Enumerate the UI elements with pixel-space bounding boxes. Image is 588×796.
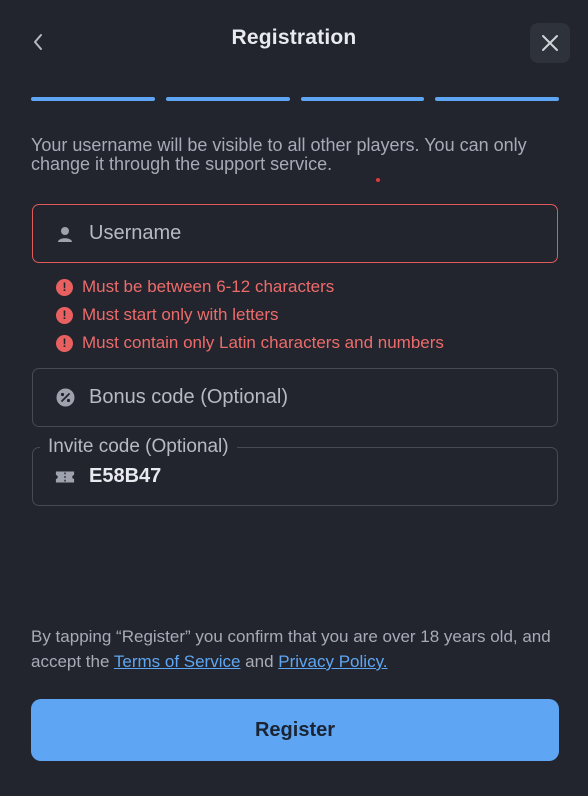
privacy-policy-link[interactable]: Privacy Policy. xyxy=(278,652,387,671)
progress-step xyxy=(31,97,155,101)
progress-steps xyxy=(31,97,559,101)
terms-text: By tapping “Register” you confirm that y… xyxy=(31,624,564,674)
username-errors: ! Must be between 6-12 characters ! Must… xyxy=(56,273,444,357)
bonus-code-placeholder: Bonus code (Optional) xyxy=(89,386,289,408)
error-item: ! Must contain only Latin characters and… xyxy=(56,329,444,357)
terms-middle: and xyxy=(240,652,279,671)
error-item: ! Must start only with letters xyxy=(56,301,444,329)
ticket-icon xyxy=(55,467,75,487)
error-text: Must start only with letters xyxy=(82,305,279,324)
close-button[interactable] xyxy=(530,23,570,63)
error-text: Must contain only Latin characters and n… xyxy=(82,333,444,352)
modal-title: Registration xyxy=(231,26,357,49)
registration-modal: Registration Your username will be visib… xyxy=(0,0,588,796)
invite-code-label: Invite code (Optional) xyxy=(40,435,237,459)
alert-icon: ! xyxy=(56,334,73,352)
error-text: Must be between 6-12 characters xyxy=(82,277,335,296)
user-icon xyxy=(55,224,75,244)
indicator-dot xyxy=(376,178,380,182)
progress-step xyxy=(165,97,290,101)
terms-of-service-link[interactable]: Terms of Service xyxy=(114,652,241,671)
progress-step xyxy=(435,97,559,101)
info-text: Your username will be visible to all oth… xyxy=(31,135,527,174)
progress-step xyxy=(300,97,425,101)
percent-badge-icon xyxy=(55,388,75,408)
register-button[interactable]: Register xyxy=(31,699,559,761)
username-placeholder: Username xyxy=(89,222,182,244)
alert-icon: ! xyxy=(56,278,73,296)
close-icon xyxy=(542,35,558,51)
alert-icon: ! xyxy=(56,306,73,324)
error-item: ! Must be between 6-12 characters xyxy=(56,273,444,301)
username-field[interactable]: Username xyxy=(32,204,558,263)
invite-code-value: E58B47 xyxy=(89,465,162,487)
bonus-code-field[interactable]: Bonus code (Optional) xyxy=(32,368,558,427)
